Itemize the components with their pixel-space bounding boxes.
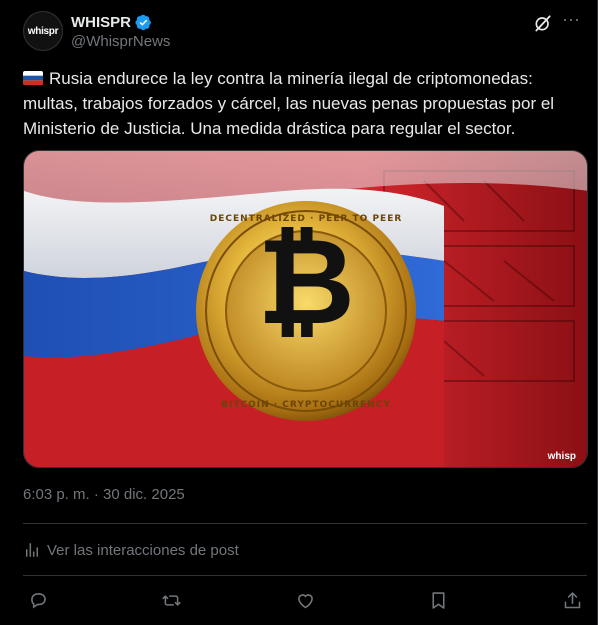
author-display-name[interactable]: WHISPR [71, 14, 131, 31]
grok-icon[interactable] [533, 13, 553, 33]
avatar-text: whispr [27, 25, 59, 37]
tweet-image[interactable]: ₿ DECENTRALIZED · PEER TO PEER BITCOIN ·… [23, 150, 588, 468]
tweet-text-block: Rusia endurece la ley contra la minería … [23, 66, 583, 141]
more-icon[interactable]: ··· [561, 10, 581, 33]
divider [23, 523, 587, 524]
author-handle[interactable]: @WhisprNews [71, 33, 170, 50]
post-timestamp[interactable]: 6:03 p. m. · 30 dic. 2025 [23, 486, 185, 503]
share-icon [564, 591, 580, 608]
repost-icon [162, 594, 181, 606]
bitcoin-coin: ₿ DECENTRALIZED · PEER TO PEER BITCOIN ·… [196, 201, 416, 421]
reply-button[interactable] [26, 588, 50, 612]
like-icon [297, 593, 313, 608]
image-watermark: whisp [547, 451, 576, 462]
coin-text-bottom: BITCOIN · CRYPTOCURRENCY [221, 400, 391, 410]
bitcoin-russia-image: ₿ DECENTRALIZED · PEER TO PEER BITCOIN ·… [24, 151, 587, 467]
verified-badge-icon [135, 14, 151, 31]
tweet-text: Rusia endurece la ley contra la minería … [23, 69, 555, 138]
russia-flag-icon [23, 71, 43, 85]
bookmark-button[interactable] [427, 588, 451, 612]
share-button[interactable] [560, 588, 584, 612]
view-post-analytics[interactable]: Ver las interacciones de post [23, 541, 239, 559]
reply-icon [30, 592, 46, 609]
divider [23, 575, 587, 576]
analytics-icon [26, 543, 38, 557]
post: whispr WHISPR @WhisprNews ··· Rusia endu… [0, 0, 598, 625]
action-bar [26, 588, 584, 614]
post-header: whispr WHISPR @WhisprNews ··· [23, 10, 581, 55]
bitcoin-symbol: ₿ [257, 213, 355, 352]
avatar[interactable]: whispr [23, 11, 63, 51]
analytics-label: Ver las interacciones de post [47, 541, 239, 559]
repost-button[interactable] [160, 588, 184, 612]
bookmark-icon [432, 591, 445, 609]
author-name-row: WHISPR [71, 14, 152, 31]
like-button[interactable] [293, 588, 317, 612]
coin-text-top: DECENTRALIZED · PEER TO PEER [210, 214, 403, 224]
